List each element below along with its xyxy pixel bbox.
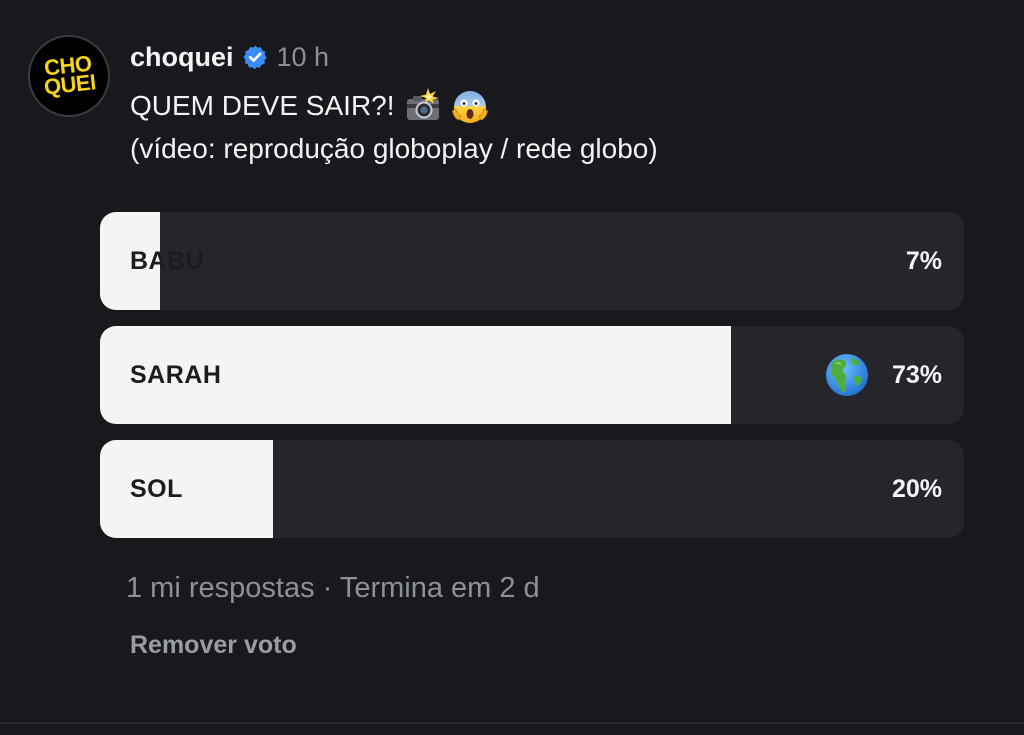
post-headline: QUEM DEVE SAIR?! — [130, 90, 395, 121]
poll-option-result: 73% — [824, 326, 942, 424]
post-header: choquei 10 h — [130, 39, 329, 75]
username[interactable]: choquei — [130, 42, 234, 73]
poll-option-label: SOL — [130, 474, 183, 503]
face-screaming-in-fear-icon — [451, 87, 489, 125]
poll-option-fill — [100, 440, 273, 538]
globe-americas-icon — [824, 352, 870, 398]
poll-option-percent: 20% — [891, 474, 942, 503]
camera-with-flash-icon — [404, 87, 442, 125]
avatar-logo-line-2: QUEI — [42, 69, 97, 100]
poll-option-result: 20% — [892, 440, 942, 538]
poll-option-percent: 7% — [905, 246, 942, 275]
poll-option-sol[interactable]: SOL 20% — [100, 440, 964, 538]
poll-option-label: BABU — [130, 246, 205, 275]
divider — [0, 722, 1024, 724]
verified-badge-icon — [242, 44, 268, 70]
post-text-line-1: QUEM DEVE SAIR?! — [130, 84, 658, 127]
remove-vote-button[interactable]: Remover voto — [130, 631, 297, 660]
post-text-line-2: (vídeo: reprodução globoplay / rede glob… — [130, 127, 658, 170]
post-caption: (vídeo: reprodução globoplay / rede glob… — [130, 133, 658, 164]
poll-option-sarah[interactable]: SARAH 73% — [100, 326, 964, 424]
post-text: QUEM DEVE SAIR?! (vídeo: reprodução glob… — [130, 84, 658, 170]
poll-option-label: SARAH — [130, 360, 222, 389]
avatar-logo: CHO QUEI — [41, 51, 97, 100]
avatar[interactable]: CHO QUEI — [30, 37, 108, 115]
post-timestamp[interactable]: 10 h — [277, 42, 330, 73]
poll-option-percent: 73% — [891, 360, 942, 389]
poll-option-result: 7% — [906, 212, 942, 310]
poll-meta: 1 mi respostas · Termina em 2 d — [126, 572, 540, 604]
poll-option-babu[interactable]: BABU 7% — [100, 212, 964, 310]
